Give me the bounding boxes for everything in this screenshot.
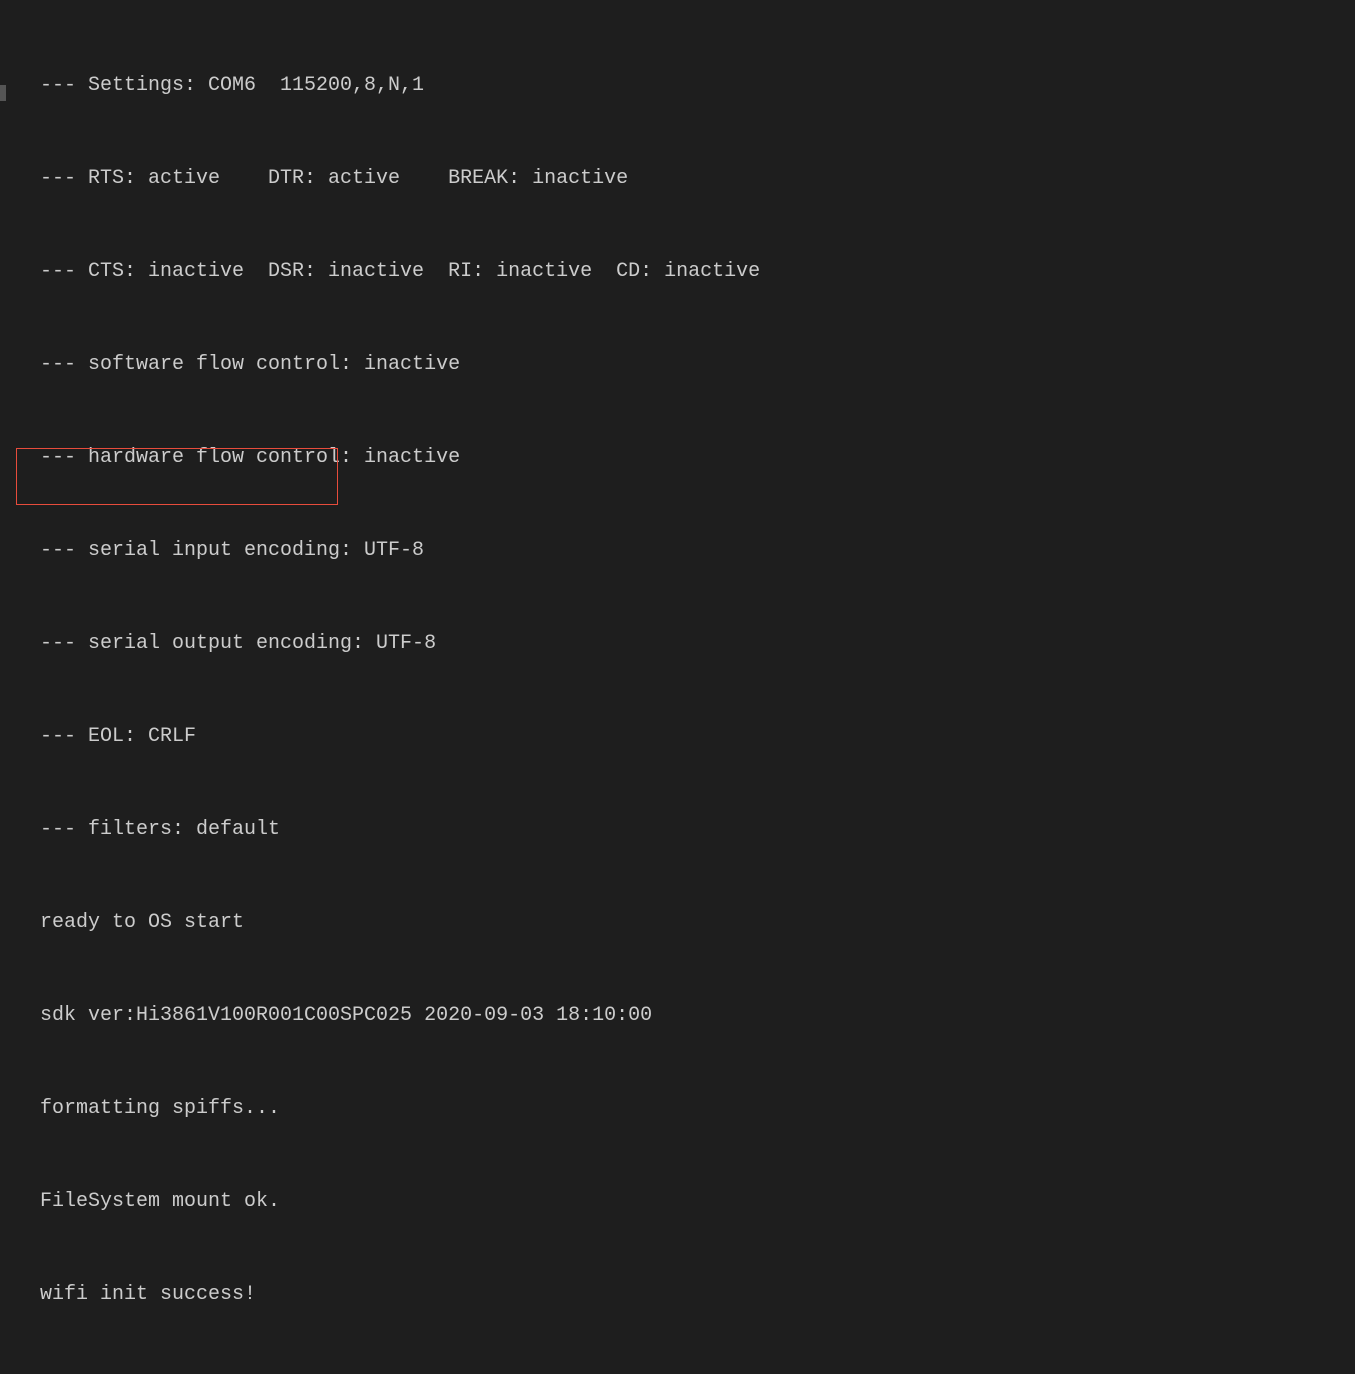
terminal-line: --- RTS: active DTR: active BREAK: inact… (40, 163, 1355, 194)
terminal-line: --- Settings: COM6 115200,8,N,1 (40, 70, 1355, 101)
terminal-line: --- hardware flow control: inactive (40, 442, 1355, 473)
terminal-line: formatting spiffs... (40, 1093, 1355, 1124)
terminal-line: sdk ver:Hi3861V100R001C00SPC025 2020-09-… (40, 1000, 1355, 1031)
terminal-line-highlighted: [DEMO] Hello world. (40, 1372, 1355, 1374)
terminal-line: --- CTS: inactive DSR: inactive RI: inac… (40, 256, 1355, 287)
terminal-line: ready to OS start (40, 907, 1355, 938)
terminal-line: --- serial output encoding: UTF-8 (40, 628, 1355, 659)
terminal-line: --- serial input encoding: UTF-8 (40, 535, 1355, 566)
terminal-line: FileSystem mount ok. (40, 1186, 1355, 1217)
terminal-line: --- filters: default (40, 814, 1355, 845)
terminal-line: wifi init success! (40, 1279, 1355, 1310)
terminal-output[interactable]: --- Settings: COM6 115200,8,N,1 --- RTS:… (0, 0, 1355, 1374)
terminal-line: --- EOL: CRLF (40, 721, 1355, 752)
terminal-line: --- software flow control: inactive (40, 349, 1355, 380)
